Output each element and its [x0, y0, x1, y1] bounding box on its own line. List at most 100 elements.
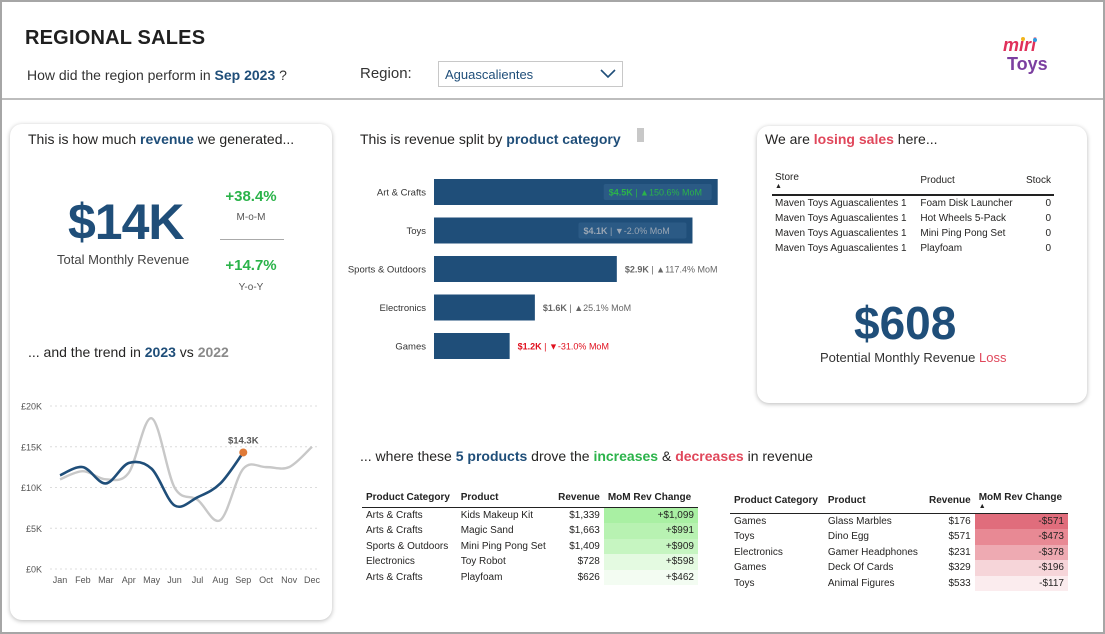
bar[interactable]: [434, 256, 617, 282]
top-increases-table: Product Category Product Revenue MoM Rev…: [362, 490, 698, 585]
product-cell: Foam Disk Launcher: [920, 198, 1013, 209]
store-header-label: Store: [775, 172, 799, 183]
region-dropdown[interactable]: Aguascalientes: [438, 61, 623, 87]
revenue-cell: $231: [948, 546, 971, 558]
stock-cell: 0: [1045, 243, 1051, 254]
revenue-cell: $1,409: [569, 540, 600, 552]
yoy-change-label: Y-o-Y: [238, 282, 264, 293]
bar-category-label: Art & Crafts: [377, 188, 426, 199]
revenue-cell: $176: [948, 516, 971, 527]
table-row[interactable]: Arts & Crafts Magic Sand $1,663 +$991: [362, 523, 698, 539]
change-cell: +$462: [603, 569, 698, 585]
decrease-header-revenue[interactable]: Revenue: [923, 490, 975, 514]
latest-point-label: $14.3K: [228, 435, 259, 446]
table-row[interactable]: Maven Toys Aguascalientes 1 Mini Ping Pon…: [772, 226, 1054, 241]
change-cell: +$598: [603, 554, 698, 570]
category-title-prefix: This is revenue split by: [360, 131, 507, 147]
change-cell: +$991: [603, 523, 698, 539]
y-tick-label: £5K: [26, 524, 42, 534]
company-logo: miri Toys: [1003, 35, 1048, 74]
sort-ascending-icon: ▲: [978, 503, 986, 510]
products-title-prefix: ... where these: [360, 448, 456, 464]
x-tick-label: Jan: [53, 575, 68, 585]
bar-mom-separator: | ▼: [608, 226, 624, 236]
bar-mom-separator: | ▼: [542, 342, 558, 352]
table-row[interactable]: Toys Dino Egg $571 -$473: [730, 529, 1068, 545]
bar-value-label: $1.6K | ▲25.1% MoM: [543, 303, 631, 313]
product-cell: Toy Robot: [460, 556, 506, 568]
table-row[interactable]: Toys Animal Figures $533 -$117: [730, 575, 1068, 591]
increase-header-change[interactable]: MoM Rev Change: [603, 490, 698, 508]
product-cell: Playfoam: [460, 571, 503, 583]
table-row[interactable]: Games Deck Of Cards $329 -$196: [730, 560, 1068, 576]
bar-mom-label: 117.4% MoM: [665, 265, 717, 275]
product-cell: Hot Wheels 5-Pack: [920, 213, 1006, 224]
y-tick-label: £0K: [26, 565, 42, 575]
bar-value-label: $2.9K | ▲117.4% MoM: [625, 265, 718, 275]
series-line-2023[interactable]: [59, 451, 245, 508]
loss-title-prefix: We are: [765, 131, 814, 147]
change-cell: -$571: [974, 513, 1068, 529]
change-cell: -$117: [974, 575, 1068, 591]
column-header-product[interactable]: Product: [917, 170, 1022, 196]
increase-header-revenue[interactable]: Revenue: [552, 490, 604, 508]
y-tick-label: £20K: [21, 402, 42, 412]
x-tick-label: May: [143, 575, 161, 585]
revenue-loss-label: Potential Monthly Revenue Loss: [820, 350, 1006, 365]
revenue-cell: $1,339: [569, 510, 600, 521]
store-cell: Maven Toys Aguascalientes 1: [775, 198, 907, 209]
increase-header-category[interactable]: Product Category: [362, 490, 457, 508]
yoy-change-value: +14.7%: [225, 257, 277, 274]
increase-header-product[interactable]: Product: [456, 490, 553, 508]
sort-ascending-icon: ▲: [775, 183, 782, 190]
products-title-suffix: in revenue: [743, 448, 813, 464]
bar-value-label: $4.1K | ▼-2.0% MoM: [583, 226, 669, 236]
bar-value: $2.9K: [625, 265, 650, 275]
table-row[interactable]: Maven Toys Aguascalientes 1 Foam Disk Lau…: [772, 195, 1054, 211]
bar-value-label: $1.2K | ▼-31.0% MoM: [518, 342, 609, 352]
product-cell: Deck Of Cards: [827, 562, 894, 574]
revenue-title-prefix: This is how much: [28, 131, 141, 147]
revenue-cell: $329: [948, 562, 971, 574]
chevron-down-icon: [600, 69, 616, 79]
bar-mom-label: -2.0% MoM: [624, 226, 670, 236]
out-of-stock-table: Store ▲ Product Stock Maven Toys Aguascal…: [772, 170, 1054, 256]
y-tick-label: £15K: [21, 442, 42, 452]
table-row[interactable]: Electronics Gamer Headphones $231 -$378: [730, 544, 1068, 560]
decrease-header-category[interactable]: Product Category: [730, 490, 824, 514]
bar-mom-separator: | ▲: [567, 303, 583, 313]
change-cell: -$378: [974, 544, 1068, 560]
decrease-header-product[interactable]: Product: [823, 490, 924, 514]
bar[interactable]: [434, 294, 535, 321]
mom-change-value: +38.4%: [225, 188, 277, 205]
logo-text-top: miri: [1003, 35, 1037, 55]
x-tick-label: Nov: [281, 575, 298, 585]
x-tick-label: Dec: [304, 575, 321, 585]
subtitle-suffix: ?: [275, 67, 287, 83]
category-cell: Arts & Crafts: [366, 571, 423, 583]
products-title-decreases: decreases: [675, 448, 744, 464]
revenue-loss-value: $608: [854, 297, 957, 349]
table-row[interactable]: Electronics Toy Robot $728 +$598: [362, 554, 698, 570]
x-tick-label: Mar: [98, 575, 114, 585]
bar-value: $1.6K: [543, 303, 568, 313]
table-row[interactable]: Maven Toys Aguascalientes 1 Playfoam 0: [772, 241, 1054, 256]
table-row[interactable]: Sports & Outdoors Mini Ping Pong Set $1,40…: [362, 538, 698, 554]
total-revenue-label: Total Monthly Revenue: [57, 252, 190, 267]
bar-value-label: $4.5K | ▲150.6% MoM: [609, 188, 702, 198]
category-cell: Arts & Crafts: [366, 525, 423, 537]
column-header-store[interactable]: Store ▲: [772, 170, 918, 196]
loss-label-prefix: Potential Monthly Revenue: [820, 350, 979, 365]
store-cell: Maven Toys Aguascalientes 1: [775, 228, 907, 239]
table-row[interactable]: Arts & Crafts Playfoam $626 +$462: [362, 569, 698, 585]
table-row[interactable]: Games Glass Marbles $176 -$571: [730, 513, 1068, 529]
decrease-header-change[interactable]: MoM Rev Change ▲: [974, 490, 1068, 514]
table-row[interactable]: Maven Toys Aguascalientes 1 Hot Wheels 5-…: [772, 211, 1054, 226]
bar-mom-separator: | ▲: [649, 265, 665, 275]
scroll-indicator[interactable]: [637, 128, 644, 142]
table-row[interactable]: Arts & Crafts Kids Makeup Kit $1,339 +$1,09…: [362, 507, 698, 523]
trend-section-title: ... and the trend in 2023 vs 2022: [28, 344, 229, 360]
latest-point-marker[interactable]: [239, 448, 248, 457]
column-header-stock[interactable]: Stock: [1021, 170, 1054, 196]
bar[interactable]: [434, 333, 510, 359]
